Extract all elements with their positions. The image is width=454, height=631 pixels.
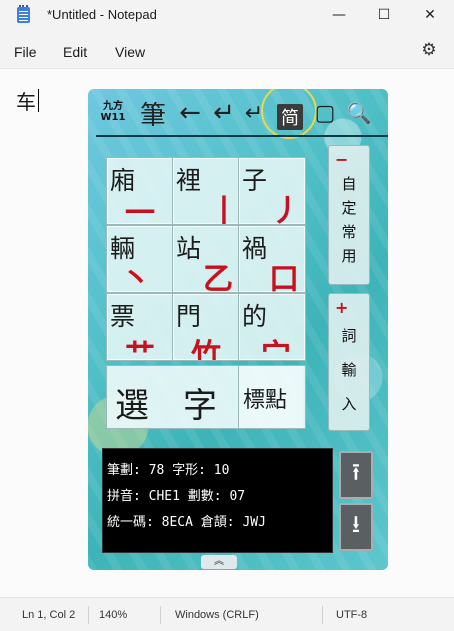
side-char: 自	[341, 175, 357, 193]
ime-panel: 九方 W11 筆 ← ↵ ↵ 简 ▢ 🔍 廂 一 裡 丨 子 丿 輛 丶 站 乙…	[88, 89, 388, 570]
candidate-char: 裡	[176, 166, 202, 195]
search-icon[interactable]: 🔍	[342, 95, 376, 131]
candidate-char: 票	[110, 302, 136, 331]
zoom-level: 140%	[99, 609, 128, 621]
punctuation-button[interactable]: 標點	[238, 365, 306, 429]
info-line-3: 統一碼: 8ECA 倉頡: JWJ	[107, 515, 266, 530]
cursor-position: Ln 1, Col 2	[22, 609, 76, 621]
stroke-mark: 艹	[125, 338, 155, 361]
logo-line1: 九方	[103, 101, 123, 112]
stroke-mark: 丿	[271, 194, 301, 225]
maximize-button[interactable]: ☐	[361, 0, 407, 30]
side-char: 定	[341, 199, 357, 217]
editor-content: 车	[16, 90, 36, 114]
stroke-mark: 竹	[191, 338, 221, 361]
candidate-char: 的	[242, 302, 268, 331]
enter-button[interactable]: ↵	[208, 95, 240, 131]
candidate-cell[interactable]: 票 艹	[106, 293, 174, 361]
window-title: *Untitled - Notepad	[47, 7, 157, 22]
candidate-char: 禍	[242, 234, 268, 263]
backspace-button[interactable]: ←	[174, 95, 206, 131]
info-line-2: 拼音: CHE1 劃數: 07	[107, 489, 246, 504]
candidate-cell[interactable]: 輛 丶	[106, 225, 174, 293]
page-up-button[interactable]: ⭱	[339, 451, 373, 499]
minimize-button[interactable]: —	[316, 0, 362, 30]
close-button[interactable]: ✕	[407, 0, 453, 30]
status-divider	[160, 606, 161, 624]
candidate-cell[interactable]: 子 丿	[238, 157, 306, 225]
candidate-cell[interactable]: 裡 丨	[172, 157, 240, 225]
phrase-input-button[interactable]: + 詞 輸 入	[328, 293, 370, 431]
info-line-1: 筆劃: 78 字形: 10	[107, 463, 230, 478]
candidate-cell[interactable]: 廂 一	[106, 157, 174, 225]
strokes-button[interactable]: 筆	[136, 95, 170, 131]
character-info-panel: 筆劃: 78 字形: 10 拼音: CHE1 劃數: 07 統一碼: 8ECA …	[102, 448, 333, 553]
punctuation-label: 標點	[243, 388, 288, 413]
candidate-cell[interactable]: 站 乙	[172, 225, 240, 293]
menu-edit[interactable]: Edit	[63, 44, 87, 60]
page-down-button[interactable]: ⭳	[339, 503, 373, 551]
status-divider	[88, 606, 89, 624]
candidate-char: 門	[176, 302, 202, 331]
expand-chevron-icon[interactable]: ︽	[201, 555, 237, 569]
candidate-cell[interactable]: 門 竹	[172, 293, 240, 361]
custom-common-button[interactable]: − 自 定 常 用	[328, 145, 370, 285]
encoding: UTF-8	[336, 609, 368, 621]
square-icon[interactable]: ▢	[310, 95, 340, 131]
side-char: 輸	[341, 361, 357, 379]
candidate-char: 子	[242, 166, 268, 195]
candidate-cell[interactable]: 的 宀	[238, 293, 306, 361]
minus-icon: −	[335, 150, 349, 169]
stroke-mark: 一	[125, 196, 155, 225]
side-char: 詞	[341, 327, 357, 345]
notepad-app-icon	[17, 5, 30, 23]
stroke-mark: 宀	[261, 338, 291, 361]
settings-gear-icon[interactable]: ⚙	[420, 41, 438, 59]
line-ending: Windows (CRLF)	[175, 609, 259, 621]
side-char: 常	[341, 223, 357, 241]
select-label: 選 字	[115, 386, 217, 426]
status-divider	[322, 606, 323, 624]
text-caret	[38, 89, 39, 112]
candidate-char: 站	[176, 234, 202, 263]
menu-view[interactable]: View	[115, 44, 145, 60]
menu-file[interactable]: File	[14, 44, 37, 60]
side-char: 用	[341, 247, 357, 265]
stroke-mark: 乙	[203, 262, 233, 293]
stroke-mark: 丶	[121, 262, 151, 293]
side-char: 入	[341, 395, 357, 413]
plus-icon: +	[335, 298, 349, 317]
candidate-cell[interactable]: 禍 口	[238, 225, 306, 293]
stroke-mark: 丨	[209, 194, 239, 225]
toolbar-divider	[96, 135, 388, 137]
stroke-mark: 口	[269, 262, 299, 293]
ime-logo: 九方 W11	[96, 101, 130, 123]
logo-line2: W11	[100, 112, 126, 123]
